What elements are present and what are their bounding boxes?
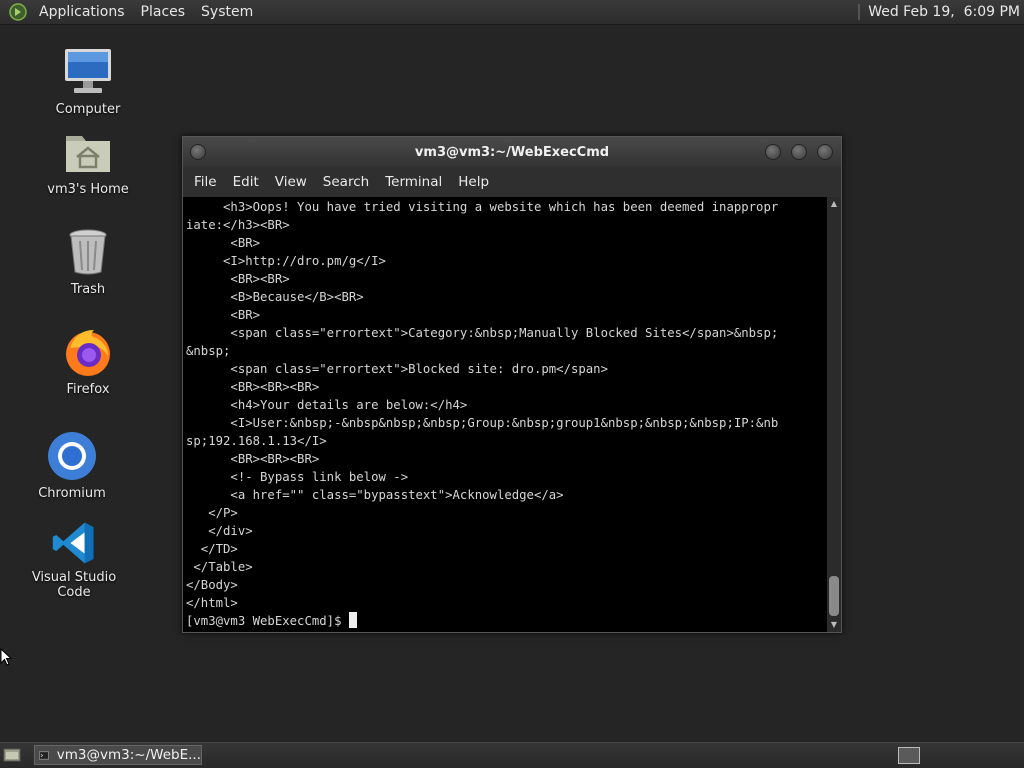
places-menu[interactable]: Places <box>133 4 194 20</box>
terminal-line: &nbsp; <box>186 344 231 358</box>
terminal-icon <box>39 751 49 759</box>
minimize-button[interactable] <box>765 144 781 160</box>
terminal-line: <h3>Oops! You have tried visiting a webs… <box>186 200 779 214</box>
terminal-line: </Table> <box>186 560 253 574</box>
desktop-icon-label: Chromium <box>38 486 106 501</box>
terminal-line: <a href="" class="bypasstext">Acknowledg… <box>186 488 564 502</box>
terminal-menubar: File Edit View Search Terminal Help <box>183 167 841 197</box>
desktop-icon-computer[interactable]: Computer <box>28 46 148 117</box>
terminal-line: <I>http://dro.pm/g</I> <box>186 254 386 268</box>
terminal-line: <B>Because</B><BR> <box>186 290 364 304</box>
menu-edit[interactable]: Edit <box>225 174 267 190</box>
desktop-icon-label: Firefox <box>66 382 110 397</box>
menu-file[interactable]: File <box>186 174 225 190</box>
terminal-line: <I>User:&nbsp;-&nbsp&nbsp;&nbsp;Group:&n… <box>186 416 779 430</box>
terminal-line: <!- Bypass link below -> <box>186 470 409 484</box>
terminal-line: </TD> <box>186 542 238 556</box>
terminal-line: <span class="errortext">Blocked site: dr… <box>186 362 608 376</box>
desktop-icon-firefox[interactable]: Firefox <box>28 326 148 397</box>
terminal-line: </Body> <box>186 578 238 592</box>
mouse-pointer-icon <box>0 648 12 666</box>
home-folder-icon <box>62 126 114 178</box>
menu-help[interactable]: Help <box>450 174 497 190</box>
text-cursor <box>348 612 357 628</box>
terminal-line: </html> <box>186 596 238 610</box>
terminal-line: </div> <box>186 524 253 538</box>
window-titlebar[interactable]: vm3@vm3:~/WebExecCmd <box>183 137 841 167</box>
close-button[interactable] <box>817 144 833 160</box>
terminal-output[interactable]: <h3>Oops! You have tried visiting a webs… <box>183 197 825 632</box>
scroll-down-arrow-icon[interactable]: ▼ <box>827 618 841 632</box>
top-panel: Applications Places System Wed Feb 19, 6… <box>0 0 1024 25</box>
terminal-line: <BR><BR><BR> <box>186 452 320 466</box>
desktop-icon-label: Visual Studio Code <box>31 570 117 600</box>
desktop-icon-home[interactable]: vm3's Home <box>28 126 148 197</box>
terminal-scrollbar[interactable]: ▲ ▼ <box>827 197 841 632</box>
desktop-icon-label: Trash <box>70 282 106 297</box>
desktop-icon-label: Computer <box>55 102 121 117</box>
terminal-window[interactable]: vm3@vm3:~/WebExecCmd File Edit View Sear… <box>182 136 842 633</box>
taskbar-task-label: vm3@vm3:~/WebE... <box>56 747 201 763</box>
window-title: vm3@vm3:~/WebExecCmd <box>414 144 610 160</box>
system-menu[interactable]: System <box>193 4 261 20</box>
maximize-button[interactable] <box>791 144 807 160</box>
vscode-icon <box>51 520 97 566</box>
terminal-line: </P> <box>186 506 238 520</box>
trash-icon <box>62 226 114 278</box>
workspace-switcher[interactable] <box>898 747 920 764</box>
show-desktop-icon[interactable] <box>3 747 21 763</box>
shell-prompt: [vm3@vm3 WebExecCmd]$ <box>186 614 349 628</box>
panel-separator <box>858 4 861 20</box>
desktop-icon-chromium[interactable]: Chromium <box>12 430 132 501</box>
chromium-icon <box>46 430 98 482</box>
terminal-line: <BR> <box>186 308 261 322</box>
scroll-up-arrow-icon[interactable]: ▲ <box>827 197 841 211</box>
desktop-icon-vscode[interactable]: Visual Studio Code <box>14 520 134 600</box>
terminal-line: <h4>Your details are below:</h4> <box>186 398 468 412</box>
terminal-line: <BR><BR> <box>186 272 290 286</box>
distro-logo-icon[interactable] <box>9 3 27 21</box>
taskbar-terminal-button[interactable]: vm3@vm3:~/WebE... <box>34 745 202 765</box>
firefox-icon <box>62 326 114 378</box>
clock[interactable]: Wed Feb 19, 6:09 PM <box>858 4 1020 20</box>
clock-text[interactable]: Wed Feb 19, 6:09 PM <box>868 4 1020 20</box>
terminal-line: <span class="errortext">Category:&nbsp;M… <box>186 326 779 340</box>
menu-terminal[interactable]: Terminal <box>377 174 450 190</box>
terminal-line: <BR> <box>186 236 261 250</box>
bottom-panel: vm3@vm3:~/WebE... <box>0 742 1024 768</box>
terminal-line: iate:</h3><BR> <box>186 218 290 232</box>
desktop-icon-trash[interactable]: Trash <box>28 226 148 297</box>
menu-search[interactable]: Search <box>315 174 377 190</box>
terminal-line: <BR><BR><BR> <box>186 380 320 394</box>
terminal-line: sp;192.168.1.13</I> <box>186 434 327 448</box>
scrollbar-thumb[interactable] <box>829 576 839 616</box>
computer-icon <box>62 46 114 98</box>
applications-menu[interactable]: Applications <box>31 4 133 20</box>
window-menu-button[interactable] <box>190 144 206 160</box>
terminal-prompt-line[interactable]: [vm3@vm3 WebExecCmd]$ <box>186 612 825 630</box>
menu-view[interactable]: View <box>267 174 315 190</box>
desktop-icon-label: vm3's Home <box>47 182 129 197</box>
